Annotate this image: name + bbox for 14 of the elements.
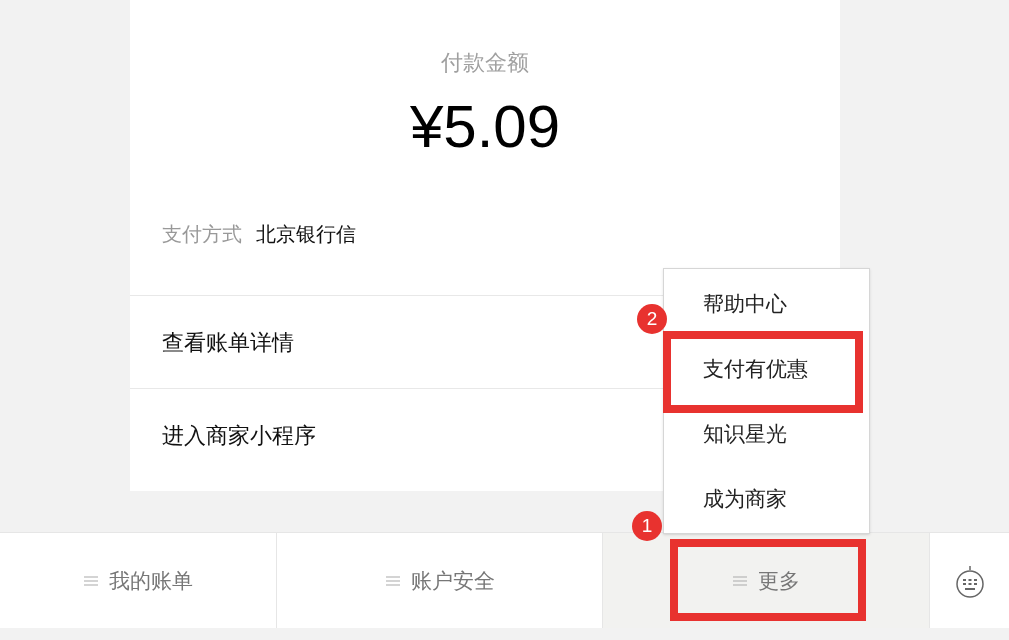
step-number-badge: 1	[632, 511, 662, 541]
action-link[interactable]: 进入商家小程序	[162, 418, 316, 452]
payment-method-value: 北京银行信	[256, 222, 356, 247]
menu-item[interactable]: 成为商家	[703, 482, 787, 515]
menu-icon	[83, 574, 99, 587]
payment-method-label: 支付方式	[162, 222, 242, 247]
menu-icon	[384, 574, 401, 587]
menu-item[interactable]: 帮助中心	[703, 287, 787, 320]
menu-item[interactable]: 支付有优惠	[703, 352, 808, 385]
menu-item[interactable]: 知识星光	[703, 417, 787, 450]
menu-icon	[732, 574, 748, 587]
action-link[interactable]: 查看账单详情	[162, 325, 294, 359]
amount-title: 付款金额	[441, 49, 529, 77]
amount-text: ¥5.09	[409, 93, 561, 160]
